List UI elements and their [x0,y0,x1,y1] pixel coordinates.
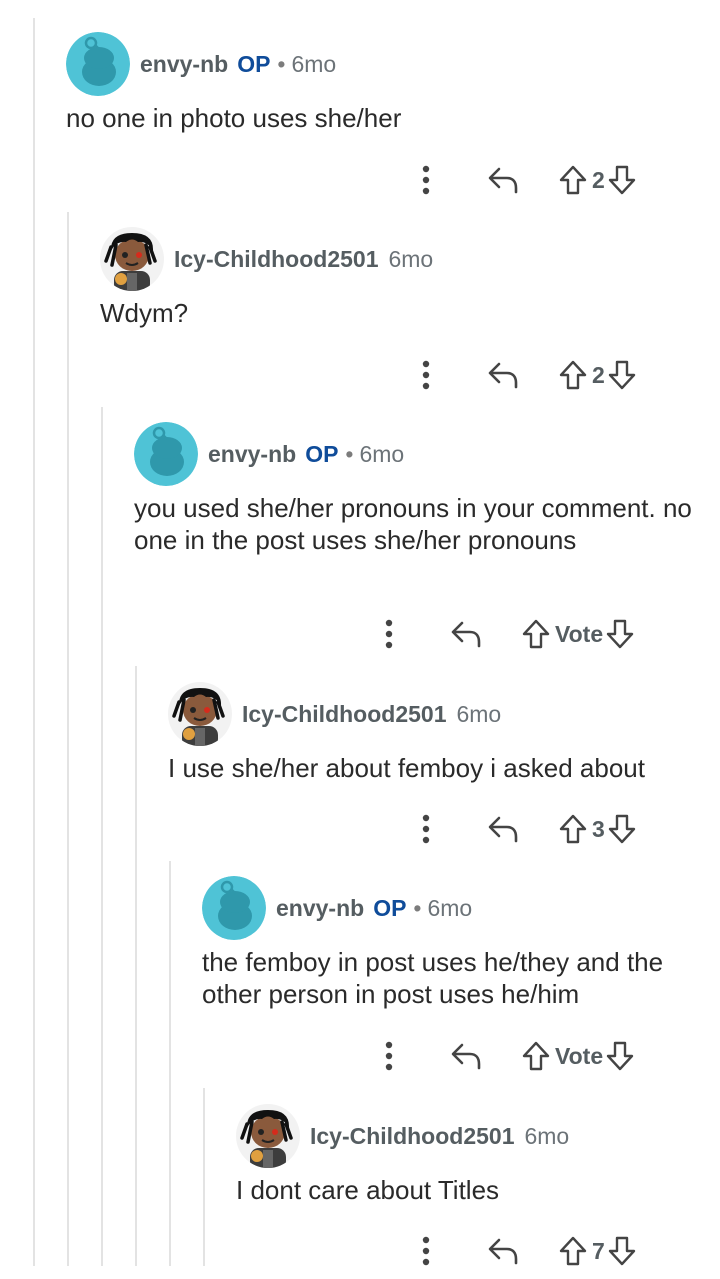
username[interactable]: Icy-Childhood2501 [174,246,378,273]
op-badge: OP [373,894,407,921]
more-vertical-icon[interactable] [373,1041,405,1071]
downvote-arrow-icon[interactable] [607,1236,637,1266]
separator-dot: • [345,440,354,467]
timestamp: 6mo [291,50,337,77]
upvote-arrow-icon[interactable] [521,619,551,649]
separator-dot: • [277,50,286,77]
timestamp: 6mo [359,440,405,467]
comment-actions: Vote [373,614,635,654]
comment-actions: 3 [410,809,637,849]
downvote-arrow-icon[interactable] [607,814,637,844]
upvote-arrow-icon[interactable] [521,1041,551,1071]
thread-line [33,18,35,1266]
timestamp: 6mo [427,894,473,921]
reply-arrow-icon[interactable] [449,1041,483,1071]
comment-actions: Vote [373,1036,635,1076]
comment-body: no one in photo uses she/her [66,103,402,133]
more-vertical-icon[interactable] [410,165,442,195]
username[interactable]: envy-nb [208,441,296,468]
timestamp: 6mo [524,1122,570,1149]
thread-line [203,1088,205,1266]
comment: Icy-Childhood2501 6mo I use she/her abou… [168,682,708,784]
thread-line [67,212,69,1266]
dreadlocks-avatar[interactable] [236,1104,300,1168]
reply-arrow-icon[interactable] [486,1236,520,1266]
reply-arrow-icon[interactable] [486,165,520,195]
op-badge: OP [305,440,339,467]
comment: envy-nb OP • 6mo you used she/her pronou… [134,422,694,556]
more-vertical-icon[interactable] [410,360,442,390]
vote-score: 2 [592,166,605,193]
reply-arrow-icon[interactable] [486,814,520,844]
reply-arrow-icon[interactable] [449,619,483,649]
upvote-arrow-icon[interactable] [558,360,588,390]
timestamp: 6mo [388,245,434,272]
downvote-arrow-icon[interactable] [607,165,637,195]
comment-actions: 7 [410,1231,637,1271]
comment-body: I use she/her about femboy i asked about [168,753,645,783]
more-vertical-icon[interactable] [410,1236,442,1266]
comment-body: the femboy in post uses he/they and the … [202,947,664,1009]
upvote-arrow-icon[interactable] [558,165,588,195]
thread-line [101,407,103,1266]
snoo-teal-avatar[interactable] [66,32,130,96]
comment-body: Wdym? [100,298,189,328]
timestamp: 6mo [456,700,502,727]
separator-dot: • [413,894,422,921]
comment: envy-nb OP • 6mo no one in photo uses sh… [66,32,706,134]
thread-line [169,861,171,1266]
comment-actions: 2 [410,160,637,200]
more-vertical-icon[interactable] [373,619,405,649]
username[interactable]: Icy-Childhood2501 [242,701,446,728]
snoo-teal-avatar[interactable] [202,876,266,940]
vote-score: 3 [592,815,605,842]
username[interactable]: envy-nb [276,895,364,922]
reply-arrow-icon[interactable] [486,360,520,390]
comment: Icy-Childhood2501 6mo Wdym? [100,227,700,329]
upvote-arrow-icon[interactable] [558,1236,588,1266]
comment: envy-nb OP • 6mo the femboy in post uses… [202,876,702,1010]
downvote-arrow-icon[interactable] [605,619,635,649]
comment-body: I dont care about Titles [236,1175,500,1205]
op-badge: OP [237,50,271,77]
downvote-arrow-icon[interactable] [607,360,637,390]
comment-body: you used she/her pronouns in your commen… [134,493,692,555]
dreadlocks-avatar[interactable] [168,682,232,746]
username[interactable]: Icy-Childhood2501 [310,1123,514,1150]
vote-score: 2 [592,361,605,388]
snoo-teal-avatar[interactable] [134,422,198,486]
vote-label: Vote [555,1042,604,1069]
vote-score: 7 [592,1237,605,1264]
comment-actions: 2 [410,355,637,395]
vote-label: Vote [555,620,604,647]
thread-line [135,666,137,1266]
dreadlocks-avatar[interactable] [100,227,164,291]
more-vertical-icon[interactable] [410,814,442,844]
comment: Icy-Childhood2501 6mo I dont care about … [236,1104,696,1206]
username[interactable]: envy-nb [140,51,228,78]
downvote-arrow-icon[interactable] [605,1041,635,1071]
upvote-arrow-icon[interactable] [558,814,588,844]
